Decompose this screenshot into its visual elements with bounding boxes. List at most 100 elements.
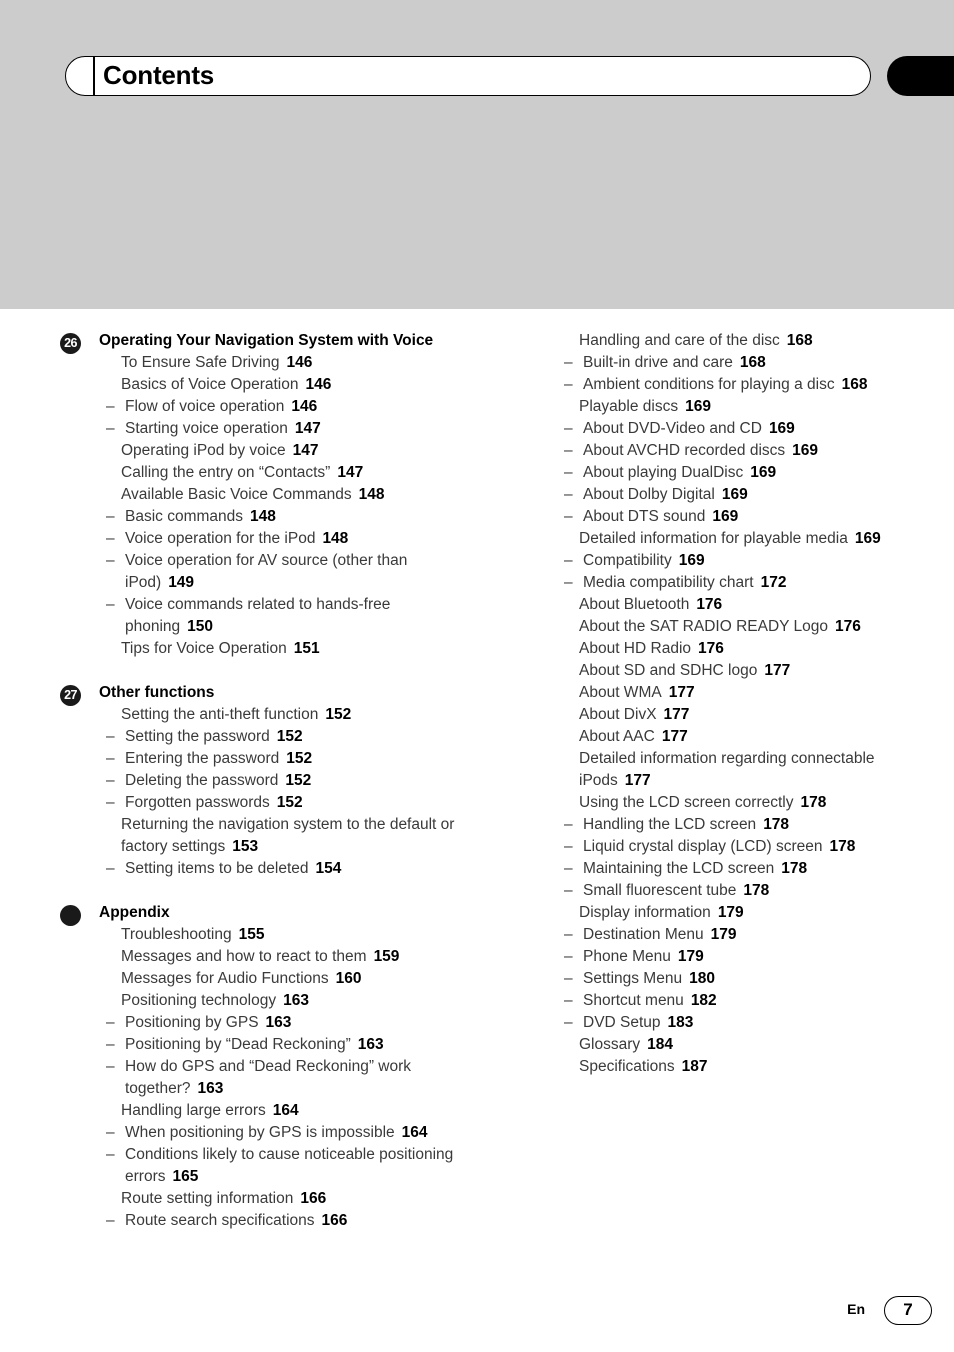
toc-entry-page-number: 147	[337, 464, 364, 481]
toc-entry-content: Handling the LCD screen 178	[583, 814, 918, 836]
toc-entry-label: Small fluorescent tube	[583, 882, 737, 899]
toc-entry-label: Handling the LCD screen	[583, 816, 757, 833]
page-footer: En 7	[0, 1296, 954, 1326]
toc-entry-page-number: 168	[841, 376, 868, 393]
toc-entry[interactable]: – Voice operation for the iPod 148	[60, 528, 460, 550]
toc-entry-label: Shortcut menu	[583, 992, 684, 1009]
toc-entry[interactable]: – Basic commands 148	[60, 506, 460, 528]
toc-entry[interactable]: – Entering the password 152	[60, 748, 460, 770]
toc-entry-page-number: 176	[835, 618, 861, 635]
toc-entry[interactable]: About AAC 177	[518, 726, 918, 748]
toc-entry-content: Messages for Audio Functions 160	[99, 968, 460, 990]
toc-entry-page-number: 177	[663, 706, 690, 723]
toc-entry-page-number: 179	[710, 926, 737, 943]
toc-entry[interactable]: About DivX 177	[518, 704, 918, 726]
toc-entry[interactable]: – Positioning by “Dead Reckoning” 163	[60, 1034, 460, 1056]
toc-entry[interactable]: – When positioning by GPS is impossible 16…	[60, 1122, 460, 1144]
toc-group-heading[interactable]: Appendix	[60, 902, 460, 926]
toc-entry-content: Conditions likely to cause noticeable po…	[125, 1144, 460, 1188]
toc-entry[interactable]: About SD and SDHC logo 177	[518, 660, 918, 682]
toc-entry[interactable]: Setting the anti-theft function 152	[60, 704, 460, 726]
toc-entry[interactable]: – DVD Setup 183	[518, 1012, 918, 1034]
toc-entry[interactable]: – About AVCHD recorded discs 169	[518, 440, 918, 462]
toc-entry[interactable]: – How do GPS and “Dead Reckoning” work to…	[60, 1056, 460, 1100]
toc-entry[interactable]: – Voice operation for AV source (other th…	[60, 550, 460, 594]
toc-entry[interactable]: – Small fluorescent tube 178	[518, 880, 918, 902]
toc-entry[interactable]: – Route search specifications 166	[60, 1210, 460, 1232]
toc-entry[interactable]: Returning the navigation system to the d…	[60, 814, 460, 858]
toc-entry[interactable]: – Setting the password 152	[60, 726, 460, 748]
toc-entry[interactable]: About the SAT RADIO READY Logo 176	[518, 616, 918, 638]
toc-entry[interactable]: – About Dolby Digital 169	[518, 484, 918, 506]
toc-entry[interactable]: – Handling the LCD screen 178	[518, 814, 918, 836]
toc-entry[interactable]: About Bluetooth 176	[518, 594, 918, 616]
toc-entry[interactable]: – Deleting the password 152	[60, 770, 460, 792]
toc-entry[interactable]: – Starting voice operation 147	[60, 418, 460, 440]
toc-entry-content: Maintaining the LCD screen 178	[583, 858, 918, 880]
toc-entry[interactable]: Display information 179	[518, 902, 918, 924]
toc-entry[interactable]: Route setting information 166	[60, 1188, 460, 1210]
toc-entry[interactable]: Messages and how to react to them 159	[60, 946, 460, 968]
toc-entry[interactable]: – Ambient conditions for playing a disc 16…	[518, 374, 918, 396]
toc-entry[interactable]: – Setting items to be deleted 154	[60, 858, 460, 880]
toc-entry[interactable]: Basics of Voice Operation 146	[60, 374, 460, 396]
toc-entry[interactable]: – About playing DualDisc 169	[518, 462, 918, 484]
toc-group-heading[interactable]: 26 Operating Your Navigation System with …	[60, 330, 460, 354]
toc-entry[interactable]: – Media compatibility chart 172	[518, 572, 918, 594]
toc-entry-label: Destination Menu	[583, 926, 704, 943]
toc-entry[interactable]: – Maintaining the LCD screen 178	[518, 858, 918, 880]
toc-entry[interactable]: – About DVD-Video and CD 169	[518, 418, 918, 440]
toc-entry[interactable]: – Built-in drive and care 168	[518, 352, 918, 374]
toc-entry[interactable]: Operating iPod by voice 147	[60, 440, 460, 462]
toc-entry-content: About DivX 177	[557, 704, 918, 726]
toc-group-heading[interactable]: 27 Other functions	[60, 682, 460, 706]
toc-group: Handling and care of the disc 168– Built-i…	[518, 330, 918, 1078]
toc-entry-page-number: 176	[698, 640, 724, 657]
toc-entry[interactable]: About HD Radio 176	[518, 638, 918, 660]
toc-entry[interactable]: Calling the entry on “Contacts” 147	[60, 462, 460, 484]
toc-entry[interactable]: – Voice commands related to hands-free ph…	[60, 594, 460, 638]
toc-entry-label: To Ensure Safe Driving	[121, 354, 280, 371]
toc-entry[interactable]: Handling and care of the disc 168	[518, 330, 918, 352]
toc-entry[interactable]: – Settings Menu 180	[518, 968, 918, 990]
toc-entry[interactable]: To Ensure Safe Driving 146	[60, 352, 460, 374]
toc-entry[interactable]: Playable discs 169	[518, 396, 918, 418]
toc-entry-label: Entering the password	[125, 750, 280, 767]
toc-entry-label: About Bluetooth	[579, 596, 690, 613]
toc-entry[interactable]: Available Basic Voice Commands 148	[60, 484, 460, 506]
toc-entry-content: About the SAT RADIO READY Logo 176	[557, 616, 918, 638]
toc-entry[interactable]: Positioning technology 163	[60, 990, 460, 1012]
toc-entry[interactable]: Tips for Voice Operation 151	[60, 638, 460, 660]
toc-entry[interactable]: Using the LCD screen correctly 178	[518, 792, 918, 814]
toc-entry[interactable]: Troubleshooting 155	[60, 924, 460, 946]
toc-entry-label: Settings Menu	[583, 970, 683, 987]
toc-entry[interactable]: – Positioning by GPS 163	[60, 1012, 460, 1034]
toc-group-spacer	[60, 880, 460, 902]
toc-entry-dash-icon: –	[106, 1146, 115, 1163]
toc-entry-label: When positioning by GPS is impossible	[125, 1124, 395, 1141]
toc-entry-label: About AAC	[579, 728, 655, 745]
toc-entry[interactable]: – Conditions likely to cause noticeable p…	[60, 1144, 460, 1188]
toc-entry-content: Display information 179	[557, 902, 918, 924]
toc-entry[interactable]: About WMA 177	[518, 682, 918, 704]
toc-entry[interactable]: Detailed information regarding connectab…	[518, 748, 918, 792]
toc-entry[interactable]: – Forgotten passwords 152	[60, 792, 460, 814]
toc-entry[interactable]: – Phone Menu 179	[518, 946, 918, 968]
toc-entry[interactable]: – About DTS sound 169	[518, 506, 918, 528]
toc-entry-content: Basic commands 148	[125, 506, 460, 528]
toc-entry[interactable]: – Flow of voice operation 146	[60, 396, 460, 418]
toc-entry[interactable]: Messages for Audio Functions 160	[60, 968, 460, 990]
toc-entry[interactable]: – Shortcut menu 182	[518, 990, 918, 1012]
toc-entry-label: Positioning by GPS	[125, 1014, 259, 1031]
toc-entry-page-number: 146	[291, 398, 318, 415]
toc-entry[interactable]: Glossary 184	[518, 1034, 918, 1056]
toc-entry-label: Operating iPod by voice	[121, 442, 286, 459]
toc-entry-label: Forgotten passwords	[125, 794, 270, 811]
toc-entry[interactable]: – Liquid crystal display (LCD) screen 178	[518, 836, 918, 858]
toc-entry[interactable]: Handling large errors 164	[60, 1100, 460, 1122]
chapter-number-badge: 26	[60, 333, 81, 354]
toc-entry[interactable]: Detailed information for playable media 1…	[518, 528, 918, 550]
toc-entry[interactable]: – Compatibility 169	[518, 550, 918, 572]
toc-entry[interactable]: Specifications 187	[518, 1056, 918, 1078]
toc-entry[interactable]: – Destination Menu 179	[518, 924, 918, 946]
